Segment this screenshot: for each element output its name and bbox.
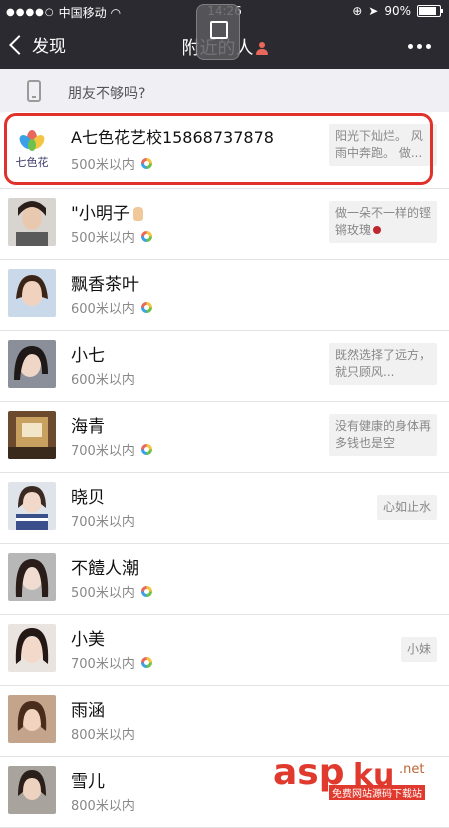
avatar [8, 766, 56, 814]
more-dot [426, 44, 431, 49]
avatar [8, 553, 56, 601]
location-icon: ➤ [368, 4, 379, 18]
nearby-people-list: 七色花 A七色花艺校15868737878 500米以内 阳光下灿烂。 风雨中奔… [0, 112, 449, 828]
moments-icon [140, 586, 152, 597]
list-item[interactable]: 不饐人潮 500米以内 [0, 544, 449, 615]
person-name: 晓贝 [71, 488, 105, 508]
person-name: 小美 [71, 630, 105, 650]
distance-label: 600米以内 [71, 369, 135, 388]
list-item[interactable]: 飘香茶叶 600米以内 [0, 260, 449, 331]
signature-text: 做一朵不一样的铿锵玫瑰 [335, 206, 432, 237]
assistive-touch-icon[interactable] [196, 4, 240, 60]
distance-label: 700米以内 [71, 653, 152, 672]
person-name-text: "小明子 [71, 204, 130, 224]
distance-text: 800米以内 [71, 728, 135, 743]
distance-label: 500米以内 [71, 582, 152, 601]
distance-label: 600米以内 [71, 298, 152, 317]
list-item[interactable]: 雨涵 800米以内 [0, 686, 449, 757]
more-button[interactable] [408, 44, 431, 49]
signature-bubble: 既然选择了远方，就只顾风... [329, 343, 437, 385]
distance-label: 800米以内 [71, 724, 135, 743]
person-icon [255, 42, 268, 55]
avatar [8, 695, 56, 743]
watermark-tld: .net [399, 762, 425, 777]
distance-text: 600米以内 [71, 373, 135, 388]
battery-icon [417, 5, 443, 17]
list-item[interactable]: 海青 700米以内 没有健康的身体再多钱也是空 [0, 402, 449, 473]
person-name: 不饐人潮 [71, 559, 139, 579]
distance-text: 600米以内 [71, 302, 135, 317]
avatar: 七色花 [8, 126, 56, 174]
list-item[interactable]: 小美 700米以内 小妹 [0, 615, 449, 686]
banner-text: 朋友不够吗? [68, 86, 146, 102]
rose-emoji-icon [373, 226, 382, 234]
list-item[interactable]: 晓贝 700米以内 心如止水 [0, 473, 449, 544]
person-name: 雪儿 [71, 772, 105, 792]
distance-text: 500米以内 [71, 231, 135, 246]
distance-label: 700米以内 [71, 440, 152, 459]
svg-text:七色花: 七色花 [16, 155, 49, 169]
battery-percent: 90% [384, 4, 411, 18]
signature-bubble: 心如止水 [376, 495, 437, 520]
list-item[interactable]: 七色花 A七色花艺校15868737878 500米以内 阳光下灿烂。 风雨中奔… [0, 112, 449, 189]
top-bar: ●●●●○ 中国移动 ◠ 14:26 ⊕ ➤ 90% 发现 附近的人 [0, 0, 449, 69]
signature-bubble: 小妹 [400, 637, 437, 662]
distance-text: 800米以内 [71, 799, 135, 814]
more-dot [417, 44, 422, 49]
distance-text: 700米以内 [71, 657, 135, 672]
find-friends-banner[interactable]: 朋友不够吗? [0, 69, 449, 113]
person-name: A七色花艺校15868737878 [71, 128, 274, 147]
moments-icon [140, 302, 152, 313]
lock-rotation-icon: ⊕ [352, 4, 363, 18]
distance-label: 500米以内 [71, 227, 152, 246]
avatar [8, 624, 56, 672]
avatar [8, 198, 56, 246]
moments-icon [140, 158, 152, 169]
avatar [8, 411, 56, 459]
distance-text: 500米以内 [71, 158, 135, 173]
phone-icon [27, 80, 41, 102]
distance-text: 700米以内 [71, 515, 135, 530]
distance-label: 700米以内 [71, 511, 135, 530]
watermark-tagline: 免费网站源码下载站 [329, 785, 425, 800]
signature-bubble: 没有健康的身体再多钱也是空 [329, 414, 437, 456]
moments-icon [140, 444, 152, 455]
distance-text: 500米以内 [71, 586, 135, 601]
thumb-emoji-icon [132, 207, 143, 221]
moments-icon [140, 231, 152, 242]
person-name: 小七 [71, 346, 105, 366]
more-dot [408, 44, 413, 49]
person-name: 海青 [71, 417, 105, 437]
list-item[interactable]: 小七 600米以内 既然选择了远方，就只顾风... [0, 331, 449, 402]
signature-bubble: 做一朵不一样的铿锵玫瑰 [329, 201, 437, 243]
watermark-logo: asp ku .net 免费网站源码下载站 [273, 752, 445, 800]
moments-icon [140, 657, 152, 668]
distance-text: 700米以内 [71, 444, 135, 459]
avatar [8, 269, 56, 317]
distance-label: 500米以内 [71, 154, 152, 173]
person-name: "小明子 [71, 199, 143, 224]
person-name: 雨涵 [71, 701, 105, 721]
distance-label: 800米以内 [71, 795, 135, 814]
person-name: 飘香茶叶 [71, 275, 139, 295]
avatar [8, 482, 56, 530]
list-item[interactable]: "小明子 500米以内 做一朵不一样的铿锵玫瑰 [0, 189, 449, 260]
signature-bubble: 阳光下灿烂。 风雨中奔跑。 做... [329, 124, 437, 166]
avatar [8, 340, 56, 388]
